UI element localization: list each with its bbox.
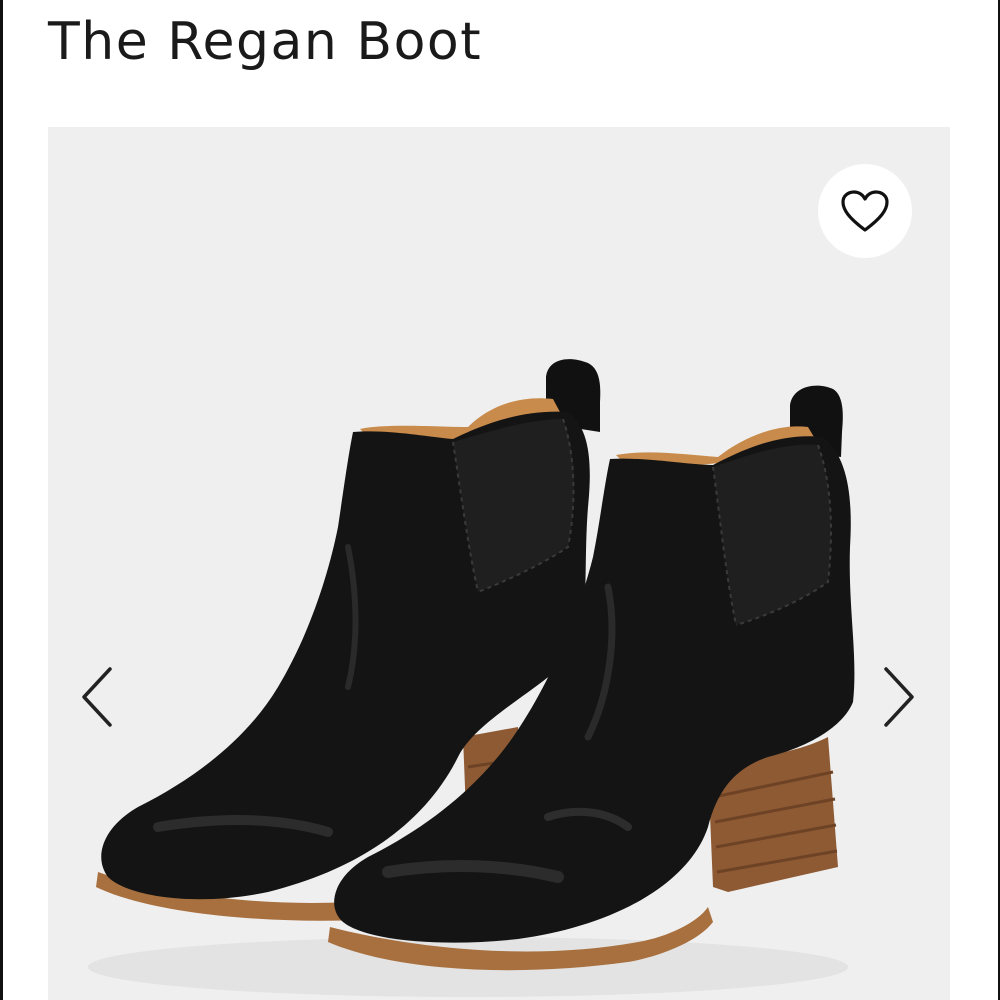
chevron-right-icon bbox=[884, 667, 914, 727]
left-border bbox=[0, 0, 3, 1000]
heart-outline-icon bbox=[841, 190, 889, 232]
product-photo bbox=[88, 359, 855, 997]
product-page: The Regan Boot bbox=[0, 0, 1000, 1000]
previous-image-button[interactable] bbox=[68, 657, 128, 737]
chevron-left-icon bbox=[82, 667, 112, 727]
next-image-button[interactable] bbox=[868, 657, 928, 737]
favorite-button[interactable] bbox=[818, 164, 912, 258]
product-title: The Regan Boot bbox=[48, 12, 483, 72]
product-image-gallery[interactable] bbox=[48, 127, 950, 1000]
